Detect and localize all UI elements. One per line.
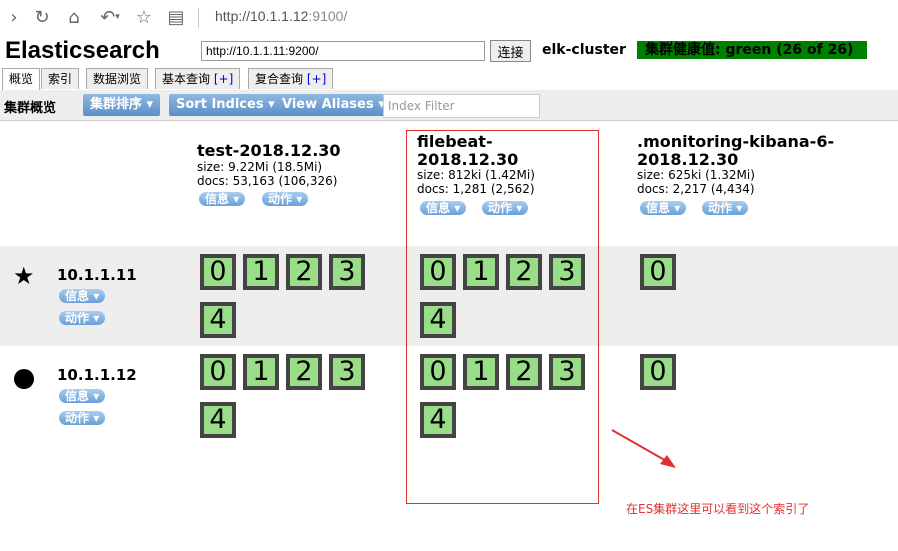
tab-label: 基本查询 [162,72,211,86]
chevron-down-icon: ▾ [268,97,275,112]
node-action-button[interactable]: 动作 ▾ [59,411,106,425]
index-action-button[interactable]: 动作 ▾ [702,201,749,215]
tab-add-plus[interactable]: [+] [214,72,233,86]
tab-label: 概览 [9,72,34,86]
shard-box[interactable]: 2 [286,354,322,390]
index-size: size: 625ki (1.32Mi) [637,168,755,182]
url-port: :9100/ [308,8,348,24]
node-name: 10.1.1.11 [57,266,137,284]
address-bar[interactable]: http://10.1.1.12:9100/ [215,8,347,24]
shard-box[interactable]: 2 [286,254,322,290]
connect-url-input[interactable]: http://10.1.1.11:9200/ [201,41,485,61]
separator [198,8,199,28]
tab-label: 索引 [48,72,73,86]
button-label: View Aliases [282,97,374,112]
overview-title: 集群概览 [4,101,57,116]
node-action-button[interactable]: 动作 ▾ [59,311,106,325]
reader-icon[interactable]: ▤ [166,7,186,28]
shard-box[interactable]: 3 [329,254,365,290]
tab-bar: 概览 索引 数据浏览 基本查询 [+] 复合查询 [+] [0,68,898,91]
undo-icon[interactable]: ↶ ▾ [94,7,126,28]
button-label: 动作 [268,192,293,206]
tab-compound-query[interactable]: 复合查询 [+] [248,68,334,89]
view-aliases-button[interactable]: View Aliases ▾ [275,94,392,116]
shard-box[interactable]: 4 [200,302,236,338]
index-name: .monitoring-kibana-6- [637,132,835,151]
chevron-down-icon: ▾ [146,97,154,112]
app-title: Elasticsearch [5,37,160,64]
tab-overview[interactable]: 概览 [2,68,41,91]
connect-button[interactable]: 连接 [490,40,531,62]
button-label: 信息 [205,192,230,206]
shard-box[interactable]: 0 [200,354,236,390]
index-name: test-2018.12.30 [197,141,341,160]
node-info-button[interactable]: 信息 ▾ [59,289,106,303]
arrow-icon [611,429,676,468]
circle-icon [14,369,34,389]
index-info-button[interactable]: 信息 ▾ [640,201,687,215]
node-name: 10.1.1.12 [57,366,137,384]
shard-box[interactable]: 1 [243,354,279,390]
tab-browser[interactable]: 数据浏览 [86,68,149,89]
button-label: Sort Indices [176,97,264,112]
button-label: 动作 [65,411,90,425]
tab-add-plus[interactable]: [+] [307,72,326,86]
index-docs: docs: 53,163 (106,326) [197,174,338,188]
home-icon[interactable]: ⌂ [64,7,84,28]
reload-icon[interactable]: ↻ [32,7,52,28]
sort-indices-button[interactable]: Sort Indices ▾ [169,94,282,116]
index-docs: docs: 2,217 (4,434) [637,182,755,196]
shard-box[interactable]: 0 [640,254,676,290]
highlight-box [406,130,599,504]
tab-basic-query[interactable]: 基本查询 [+] [155,68,241,89]
tab-label: 复合查询 [255,72,304,86]
forward-icon[interactable]: › [4,7,24,28]
cluster-health-badge: 集群健康值: green (26 of 26) [637,41,867,59]
node-info-button[interactable]: 信息 ▾ [59,389,106,403]
index-filter-input[interactable]: Index Filter [383,94,540,118]
button-label: 信息 [65,389,90,403]
button-label: 信息 [65,289,90,303]
browser-toolbar: › ↻ ⌂ ↶ ▾ ☆ ▤ http://10.1.1.12:9100/ [0,0,898,34]
button-label: 信息 [646,201,671,215]
index-action-button[interactable]: 动作 ▾ [262,192,309,206]
url-host: http://10.1.1.12 [215,8,309,24]
sort-cluster-button[interactable]: 集群排序 ▾ [83,94,161,116]
shard-box[interactable]: 1 [243,254,279,290]
shard-box[interactable]: 0 [640,354,676,390]
tab-label: 数据浏览 [93,72,142,86]
shard-box[interactable]: 3 [329,354,365,390]
annotation-text: 在ES集群这里可以看到这个索引了 [626,502,810,516]
button-label: 集群排序 [90,97,143,112]
button-label: 动作 [708,201,733,215]
star-favorite-icon[interactable]: ☆ [134,7,154,28]
tab-indices[interactable]: 索引 [41,68,80,89]
star-icon: ★ [13,262,35,290]
shard-box[interactable]: 4 [200,402,236,438]
shard-box[interactable]: 0 [200,254,236,290]
cluster-name: elk-cluster [542,42,626,58]
button-label: 动作 [65,311,90,325]
index-name-cont: 2018.12.30 [637,150,739,169]
index-info-button[interactable]: 信息 ▾ [199,192,246,206]
index-size: size: 9.22Mi (18.5Mi) [197,160,323,174]
